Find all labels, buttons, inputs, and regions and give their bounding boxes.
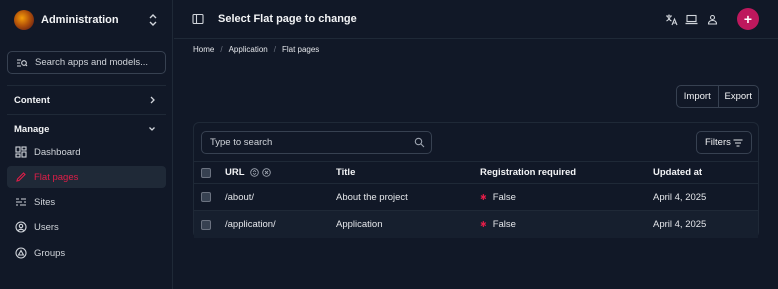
row-registration-value: False: [492, 191, 516, 203]
divider: [7, 85, 166, 86]
row-registration: ✱ False: [480, 184, 516, 210]
sites-icon: [16, 198, 26, 206]
changelist-card: Type to search Filters URL Title Registr…: [193, 122, 759, 238]
column-url[interactable]: URL: [225, 162, 271, 183]
laptop-icon[interactable]: [685, 13, 698, 26]
chevron-right-icon: [150, 96, 155, 104]
sidebar-item-label: Users: [34, 221, 59, 233]
row-title: About the project: [336, 191, 408, 203]
add-button[interactable]: +: [737, 8, 759, 30]
row-updated: April 4, 2025: [653, 219, 707, 230]
user-icon[interactable]: [706, 13, 719, 26]
sidebar-item-groups[interactable]: Groups: [7, 242, 166, 264]
sidebar-item-dashboard[interactable]: Dashboard: [7, 141, 166, 163]
export-button[interactable]: Export: [719, 86, 759, 107]
sidebar-search-placeholder: Search apps and models...: [35, 57, 149, 68]
groups-icon: [15, 247, 27, 259]
sidebar-item-label: Flat pages: [34, 171, 79, 183]
section-label: Content: [14, 94, 50, 106]
chevron-down-icon: [149, 127, 155, 131]
sidebar-toggle-icon[interactable]: [192, 13, 204, 25]
page-title: Select Flat page to change: [218, 13, 357, 25]
row-checkbox[interactable]: [201, 219, 211, 230]
breadcrumb-home[interactable]: Home: [193, 45, 214, 54]
dashboard-icon: [15, 146, 27, 158]
translate-icon[interactable]: [665, 13, 678, 26]
sidebar-item-flat-pages[interactable]: Flat pages: [7, 166, 166, 188]
top-bar: Select Flat page to change +: [174, 0, 778, 39]
table-row: /application/ Application ✱ False April …: [194, 211, 758, 238]
table-search-placeholder: Type to search: [210, 137, 273, 148]
column-updated-at[interactable]: Updated at: [653, 162, 702, 183]
breadcrumb-separator: /: [220, 45, 223, 54]
section-manage[interactable]: Manage: [14, 122, 159, 136]
row-checkbox[interactable]: [201, 192, 211, 202]
table-row: /about/ About the project ✱ False April …: [194, 184, 758, 211]
import-button[interactable]: Import: [677, 86, 719, 107]
select-all-cell: [201, 162, 211, 183]
app-logo: [14, 10, 34, 30]
sidebar-item-label: Sites: [34, 196, 56, 208]
table-header-row: URL Title Registration required Updated …: [194, 161, 758, 184]
user-circle-icon: [15, 221, 27, 233]
chevron-up-down-icon: [149, 14, 157, 26]
row-url-link[interactable]: /about/: [225, 184, 254, 210]
sidebar-item-sites[interactable]: Sites: [7, 191, 166, 213]
column-title[interactable]: Title: [336, 162, 355, 183]
row-select-cell: [201, 184, 211, 210]
row-url-link[interactable]: /application/: [225, 211, 276, 238]
filters-button[interactable]: Filters: [696, 131, 752, 154]
search-list-icon: [17, 58, 28, 67]
divider: [7, 114, 166, 115]
select-all-checkbox[interactable]: [201, 167, 211, 178]
row-title: Application: [336, 219, 383, 230]
false-status-icon: ✱: [480, 220, 487, 229]
pencil-icon: [16, 172, 26, 182]
column-registration-required[interactable]: Registration required: [480, 162, 576, 183]
sidebar-item-label: Groups: [34, 247, 66, 259]
sidebar-item-label: Dashboard: [34, 146, 81, 158]
false-status-icon: ✱: [480, 192, 487, 202]
remove-sort-icon[interactable]: [261, 168, 271, 177]
row-registration: ✱ False: [480, 211, 516, 238]
sidebar-search-input[interactable]: Search apps and models...: [7, 51, 166, 74]
row-select-cell: [201, 211, 211, 238]
section-content[interactable]: Content: [14, 93, 159, 107]
section-label: Manage: [14, 123, 50, 135]
row-registration-value: False: [492, 219, 516, 230]
column-label: URL: [225, 167, 245, 178]
breadcrumb: Home / Application / Flat pages: [193, 45, 319, 54]
app-name: Administration: [41, 14, 119, 26]
sort-icon[interactable]: [249, 168, 259, 177]
app-switcher[interactable]: Administration: [14, 9, 164, 31]
sidebar: Administration Search apps and models...…: [0, 0, 173, 289]
breadcrumb-application[interactable]: Application: [229, 45, 268, 54]
filters-label: Filters: [705, 137, 731, 148]
import-export-group: Import Export: [676, 85, 759, 108]
filter-lines-icon: [733, 139, 743, 147]
row-updated: April 4, 2025: [653, 191, 707, 203]
table-search-input[interactable]: Type to search: [201, 131, 432, 154]
sidebar-item-users[interactable]: Users: [7, 216, 166, 238]
breadcrumb-separator: /: [273, 45, 276, 54]
breadcrumb-flat-pages: Flat pages: [281, 45, 320, 54]
search-icon: [414, 137, 425, 148]
